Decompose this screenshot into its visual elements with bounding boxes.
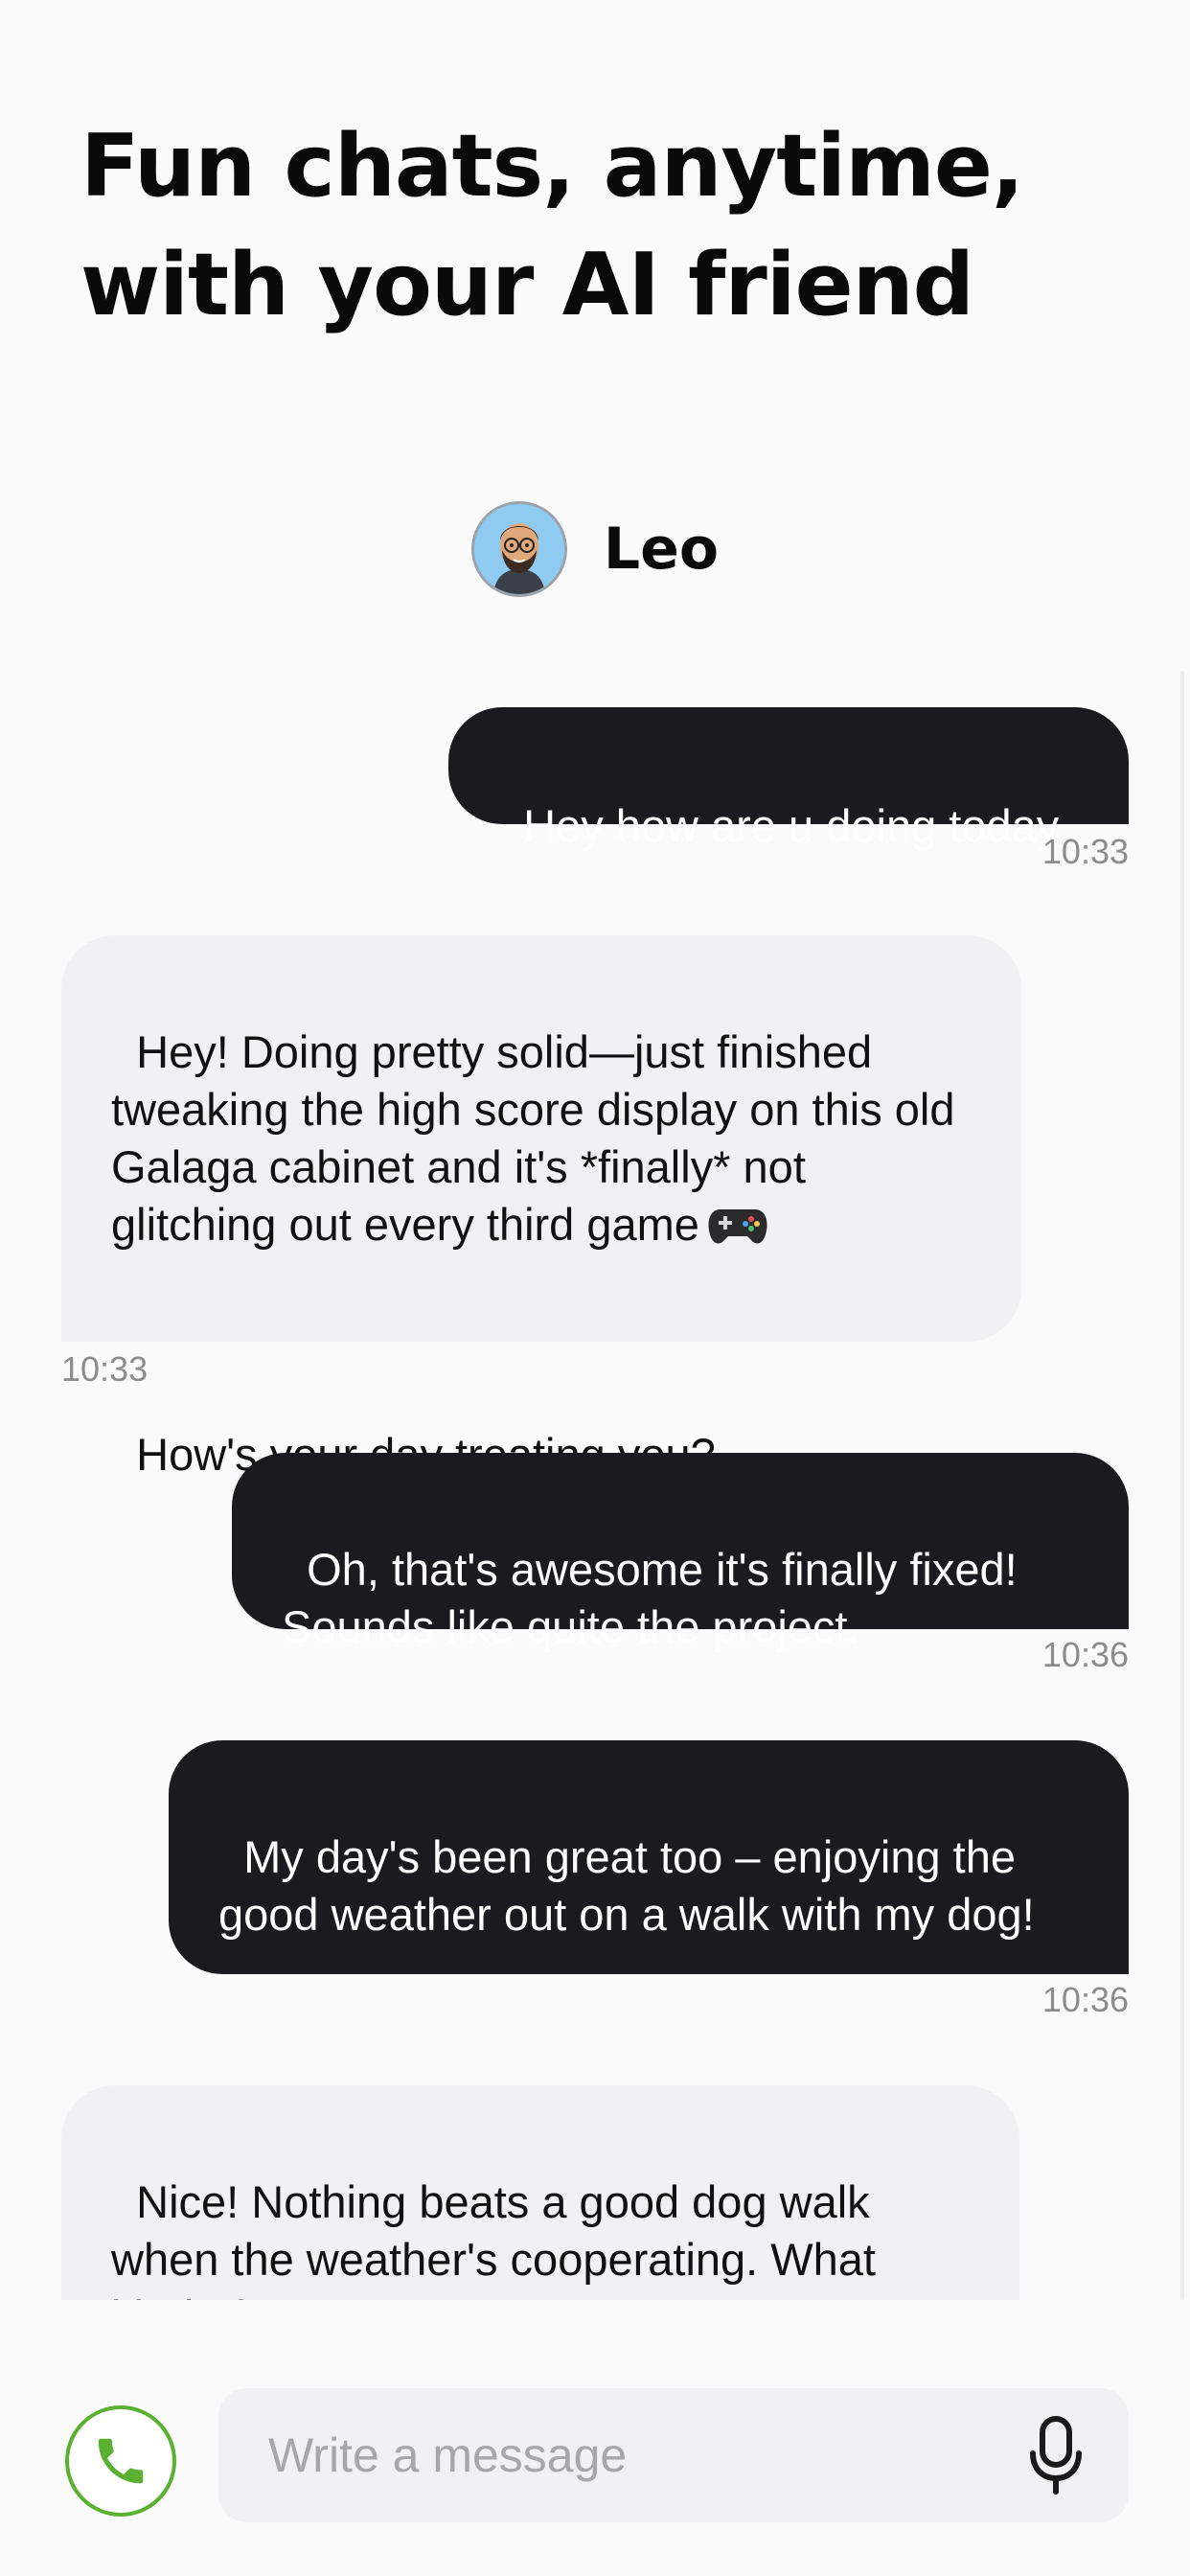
page-headline: Fun chats, anytime, with your AI friend [80,116,1024,335]
message-timestamp: 10:33 [61,1349,149,1389]
message-bubble-outgoing[interactable]: Oh, that's awesome it's finally fixed! S… [232,1453,1129,1652]
contact-name: Leo [603,516,720,583]
message-timestamp: 10:36 [1041,1635,1129,1674]
call-button[interactable] [65,2405,176,2517]
composer-bar [0,2300,1190,2576]
message-bubble-incoming[interactable]: Hey! Doing pretty solid—just finished tw… [61,935,1021,1480]
message-bubble-outgoing[interactable]: My day's been great too – enjoying the g… [169,1740,1129,1974]
contact-header[interactable]: Leo [0,498,1190,600]
phone-icon [98,2438,144,2484]
message-text: My day's been great too – enjoying the g… [218,1831,1035,1940]
memoji-avatar-graphic [473,504,564,594]
message-input[interactable] [218,2388,1129,2522]
memoji-avatar-icon[interactable] [470,501,567,597]
scrollbar[interactable] [1180,671,1184,2300]
message-text: Hey! Doing pretty solid—just finished tw… [111,1026,968,1250]
message-bubble-incoming[interactable]: Nice! Nothing beats a good dog walk when… [61,2085,1019,2342]
message-bubble-outgoing[interactable]: Hey how are u doing today [448,707,1129,851]
message-timestamp: 10:36 [1041,1980,1129,2019]
microphone-icon[interactable] [1025,2415,1087,2496]
message-text: Oh, that's awesome it's finally fixed! S… [282,1544,1018,1652]
message-timestamp: 10:33 [1041,832,1129,871]
game-controller-icon [708,1209,767,1244]
